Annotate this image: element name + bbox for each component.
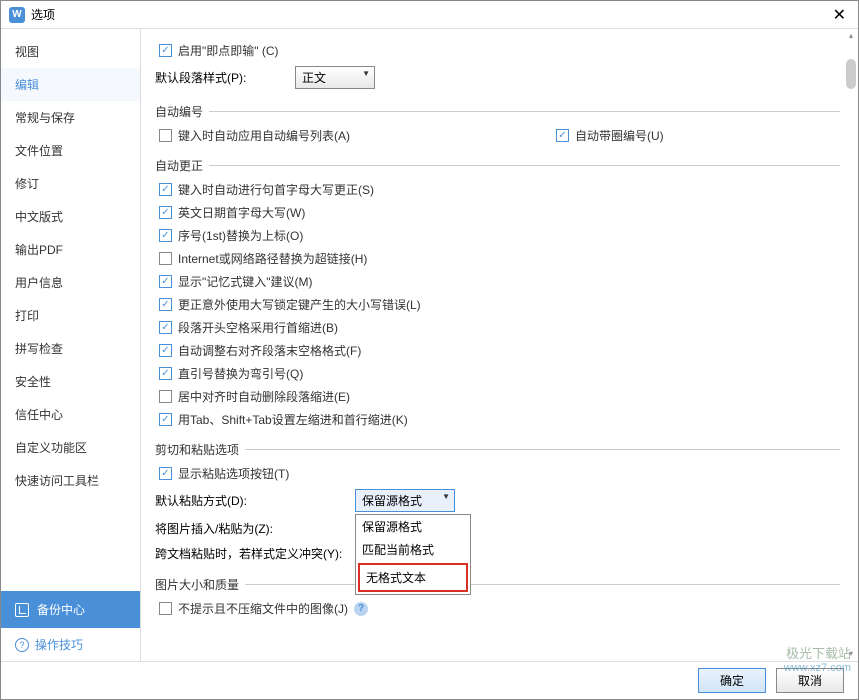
- sidebar-item-general-save[interactable]: 常规与保存: [1, 101, 140, 134]
- ac-checkbox-8[interactable]: ✓: [159, 367, 172, 380]
- show-paste-btn-label: 显示粘贴选项按钮(T): [178, 465, 289, 482]
- auto-number-header: 自动编号: [155, 103, 203, 120]
- no-compress-label: 不提示且不压缩文件中的图像(J): [178, 600, 348, 617]
- backup-icon: [15, 603, 29, 617]
- ac-checkbox-9[interactable]: ✓: [159, 390, 172, 403]
- tips-icon: ?: [15, 638, 29, 652]
- auto-correct-header: 自动更正: [155, 157, 203, 174]
- sidebar-item-view[interactable]: 视图: [1, 35, 140, 68]
- app-icon: W: [9, 7, 25, 23]
- footer: 确定 取消: [1, 661, 858, 699]
- close-icon[interactable]: ✕: [829, 5, 850, 25]
- ring-number-label: 自动带圈编号(U): [575, 127, 664, 144]
- default-paste-select[interactable]: 保留源格式: [355, 489, 455, 512]
- ac-label-7: 自动调整右对齐段落末空格格式(F): [178, 342, 361, 359]
- ring-number-checkbox[interactable]: ✓: [556, 129, 569, 142]
- dropdown-opt-match-current[interactable]: 匹配当前格式: [356, 538, 470, 561]
- ac-checkbox-10[interactable]: ✓: [159, 413, 172, 426]
- sidebar-item-revision[interactable]: 修订: [1, 167, 140, 200]
- default-para-style-select[interactable]: 正文: [295, 66, 375, 89]
- sidebar-item-security[interactable]: 安全性: [1, 365, 140, 398]
- sidebar-item-edit[interactable]: 编辑: [1, 68, 140, 101]
- cross-doc-label: 跨文档粘贴时，若样式定义冲突(Y):: [155, 545, 345, 562]
- ac-label-1: 英文日期首字母大写(W): [178, 204, 305, 221]
- ac-label-3: Internet或网络路径替换为超链接(H): [178, 250, 367, 267]
- default-paste-label: 默认粘贴方式(D):: [155, 492, 345, 509]
- sidebar-item-user-info[interactable]: 用户信息: [1, 266, 140, 299]
- ac-checkbox-4[interactable]: ✓: [159, 275, 172, 288]
- cancel-button[interactable]: 取消: [776, 668, 844, 693]
- sidebar-item-spellcheck[interactable]: 拼写检查: [1, 332, 140, 365]
- cut-paste-header: 剪切和粘贴选项: [155, 441, 239, 458]
- dialog-title: 选项: [31, 6, 829, 23]
- ac-label-5: 更正意外使用大写锁定键产生的大小写错误(L): [178, 296, 421, 313]
- click-type-checkbox[interactable]: ✓: [159, 44, 172, 57]
- tips-link[interactable]: ? 操作技巧: [1, 628, 140, 661]
- show-paste-btn-checkbox[interactable]: ✓: [159, 467, 172, 480]
- ac-label-9: 居中对齐时自动删除段落缩进(E): [178, 388, 350, 405]
- ac-label-6: 段落开头空格采用行首缩进(B): [178, 319, 338, 336]
- tips-label: 操作技巧: [35, 636, 83, 653]
- sidebar-item-print[interactable]: 打印: [1, 299, 140, 332]
- no-compress-checkbox[interactable]: ✓: [159, 602, 172, 615]
- backup-center-button[interactable]: 备份中心: [1, 591, 140, 628]
- ac-checkbox-2[interactable]: ✓: [159, 229, 172, 242]
- ac-checkbox-3[interactable]: ✓: [159, 252, 172, 265]
- scrollbar-thumb[interactable]: [846, 59, 856, 89]
- sidebar-item-customize-ribbon[interactable]: 自定义功能区: [1, 431, 140, 464]
- ac-checkbox-5[interactable]: ✓: [159, 298, 172, 311]
- apply-list-checkbox[interactable]: ✓: [159, 129, 172, 142]
- ac-label-10: 用Tab、Shift+Tab设置左缩进和首行缩进(K): [178, 411, 408, 428]
- ok-button[interactable]: 确定: [698, 668, 766, 693]
- click-type-label: 启用"即点即输" (C): [178, 42, 279, 59]
- sidebar-item-quick-access[interactable]: 快速访问工具栏: [1, 464, 140, 497]
- image-quality-header: 图片大小和质量: [155, 576, 239, 593]
- content-panel: ▴ ▾ ✓ 启用"即点即输" (C) 默认段落样式(P): 正文 自动编号 ✓ …: [141, 29, 858, 661]
- ac-label-4: 显示"记忆式键入"建议(M): [178, 273, 313, 290]
- insert-image-label: 将图片插入/粘贴为(Z):: [155, 520, 345, 537]
- ac-checkbox-7[interactable]: ✓: [159, 344, 172, 357]
- apply-list-label: 键入时自动应用自动编号列表(A): [178, 127, 350, 144]
- sidebar-item-file-location[interactable]: 文件位置: [1, 134, 140, 167]
- sidebar-item-trust-center[interactable]: 信任中心: [1, 398, 140, 431]
- scroll-down-icon[interactable]: ▾: [846, 649, 856, 659]
- help-icon[interactable]: ?: [354, 602, 368, 616]
- sidebar-item-chinese-layout[interactable]: 中文版式: [1, 200, 140, 233]
- backup-label: 备份中心: [37, 601, 85, 618]
- sidebar-item-output-pdf[interactable]: 输出PDF: [1, 233, 140, 266]
- dropdown-opt-keep-source[interactable]: 保留源格式: [356, 515, 470, 538]
- titlebar: W 选项 ✕: [1, 1, 858, 29]
- default-para-style-label: 默认段落样式(P):: [155, 69, 285, 86]
- ac-checkbox-6[interactable]: ✓: [159, 321, 172, 334]
- ac-label-0: 键入时自动进行句首字母大写更正(S): [178, 181, 374, 198]
- paste-dropdown: 保留源格式 匹配当前格式 无格式文本: [355, 514, 471, 595]
- ac-label-8: 直引号替换为弯引号(Q): [178, 365, 303, 382]
- dropdown-opt-plain-text[interactable]: 无格式文本: [358, 563, 468, 592]
- scroll-up-icon[interactable]: ▴: [846, 31, 856, 41]
- ac-label-2: 序号(1st)替换为上标(O): [178, 227, 303, 244]
- ac-checkbox-1[interactable]: ✓: [159, 206, 172, 219]
- sidebar: 视图 编辑 常规与保存 文件位置 修订 中文版式 输出PDF 用户信息 打印 拼…: [1, 29, 141, 661]
- ac-checkbox-0[interactable]: ✓: [159, 183, 172, 196]
